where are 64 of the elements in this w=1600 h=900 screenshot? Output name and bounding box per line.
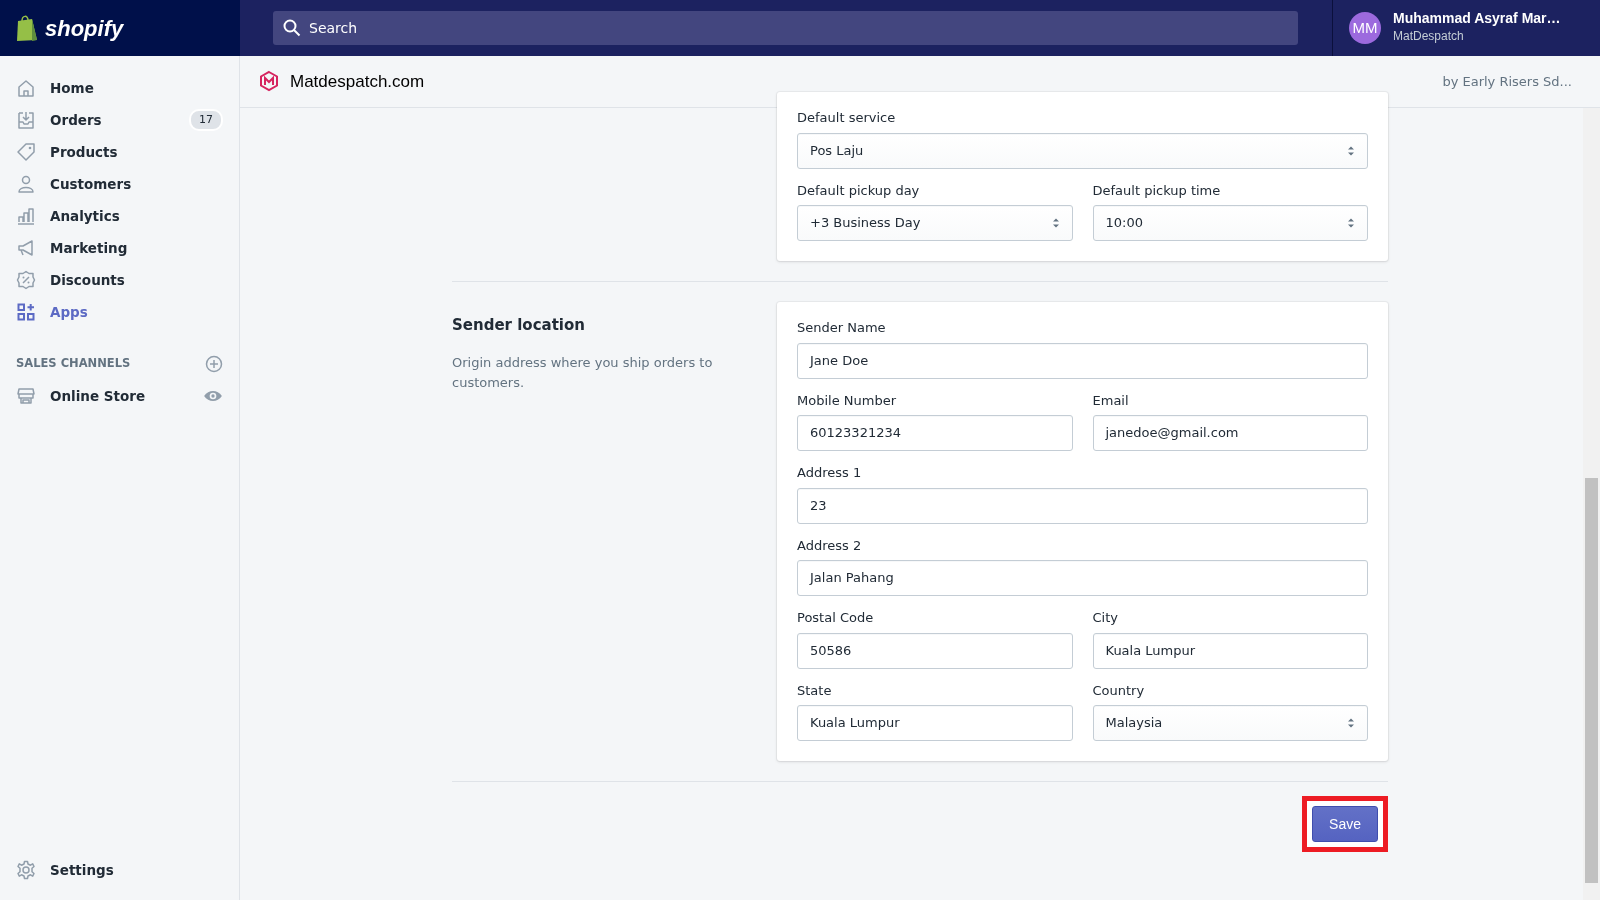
input-field[interactable]: janedoe@gmail.com (1092, 415, 1368, 451)
sidebar-item[interactable]: Marketing (0, 232, 239, 264)
megaphone-icon (16, 238, 36, 258)
app-title: Matdespatch.com (290, 70, 425, 93)
tag-icon (16, 142, 36, 162)
section-title: Sender location (452, 315, 586, 336)
shopping-bag-icon (15, 14, 39, 42)
person-icon (16, 174, 36, 194)
sidebar-item[interactable]: Customers (0, 168, 239, 200)
field-label: Default pickup day (797, 181, 921, 200)
user-name: Muhammad Asyraf Mar… (1393, 11, 1561, 27)
sidebar-item[interactable]: Settings (0, 854, 239, 886)
select-field[interactable]: Malaysia (1092, 705, 1368, 741)
select-field[interactable]: +3 Business Day (797, 205, 1073, 241)
store-icon (16, 386, 36, 406)
input-field[interactable]: Kuala Lumpur (1092, 632, 1368, 669)
field-label: City (1092, 609, 1119, 627)
field-label: Address 1 (797, 464, 863, 482)
search-field[interactable]: Search (273, 11, 1298, 45)
input-field[interactable]: 50586 (797, 632, 1073, 669)
sidebar-item[interactable]: Apps (0, 296, 239, 328)
app-logo-icon (258, 69, 280, 94)
field-label: Address 2 (797, 536, 863, 555)
field-label: Postal Code (797, 609, 875, 627)
app-developer: by Early Risers Sd... (1442, 72, 1572, 91)
save-button[interactable]: Save (1312, 806, 1378, 842)
sidebar-item[interactable]: Products (0, 136, 239, 168)
select-arrows-icon (1347, 717, 1355, 729)
section-description: Origin address where you ship orders to customers. (452, 353, 714, 392)
input-field[interactable]: Kuala Lumpur (797, 705, 1073, 741)
input-field[interactable]: 60123321234 (797, 415, 1073, 451)
apps-icon (16, 302, 36, 322)
select-arrows-icon (1347, 217, 1355, 229)
user-avatar[interactable]: MM (1349, 12, 1381, 44)
sidebar-item[interactable]: Home (0, 72, 239, 104)
input-field[interactable]: Jane Doe (797, 342, 1368, 379)
input-field[interactable]: Jalan Pahang (797, 560, 1368, 596)
sidebar-item[interactable]: Analytics (0, 200, 239, 232)
select-field[interactable]: 10:00 (1092, 205, 1368, 241)
sidebar-item[interactable]: Online Store (0, 380, 239, 412)
field-label: Country (1092, 681, 1146, 700)
inbox-icon (16, 110, 36, 130)
bar-chart-icon (16, 206, 36, 226)
field-label: State (797, 681, 833, 700)
scrollbar[interactable] (1583, 108, 1600, 900)
store-name: MatDespatch (1393, 27, 1465, 45)
discount-icon (16, 270, 36, 290)
sidebar-item[interactable]: Orders 17 (0, 104, 239, 136)
field-label: Email (1092, 391, 1130, 410)
field-label: Default service (797, 109, 897, 127)
field-label: Default pickup time (1092, 181, 1222, 200)
add-channel-button[interactable] (205, 355, 223, 373)
count-badge: 17 (189, 108, 223, 132)
select-field[interactable]: Pos Laju (797, 132, 1368, 169)
select-arrows-icon (1347, 144, 1355, 157)
gear-icon (16, 860, 36, 880)
home-icon (16, 78, 36, 98)
field-label: Mobile Number (797, 391, 897, 410)
select-arrows-icon (1051, 217, 1060, 229)
field-label: Sender Name (797, 319, 887, 337)
shopify-logo[interactable]: shopify (0, 0, 240, 56)
input-field[interactable]: 23 (797, 487, 1368, 524)
sidebar-item[interactable]: Discounts (0, 264, 239, 296)
section-heading: SALES CHANNELS (16, 355, 131, 373)
